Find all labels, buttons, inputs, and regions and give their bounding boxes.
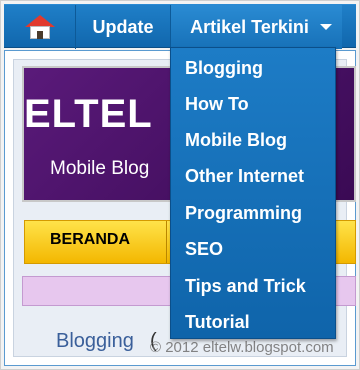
nav-artikel-label: Artikel Terkini (190, 16, 309, 37)
menu-item-beranda[interactable]: BERANDA (50, 231, 130, 249)
post-title-link[interactable]: Blogging (56, 330, 134, 353)
top-navbar: Update Artikel Terkini (4, 4, 356, 49)
caret-down-icon (320, 24, 332, 30)
nav-update-link[interactable]: Update (76, 5, 171, 49)
dropdown-item-other-internet[interactable]: Other Internet (185, 166, 304, 187)
banner-subtitle: Mobile Blog (50, 158, 150, 179)
nav-home-button[interactable] (4, 5, 76, 49)
artikel-dropdown-menu: Blogging How To Mobile Blog Other Intern… (170, 47, 336, 339)
home-icon (24, 15, 55, 39)
dropdown-item-seo[interactable]: SEO (185, 239, 223, 260)
menu-divider (166, 221, 167, 263)
dropdown-item-mobile-blog[interactable]: Mobile Blog (185, 130, 287, 151)
dropdown-item-how-to[interactable]: How To (185, 94, 249, 115)
banner-title: ELTEL (24, 92, 153, 136)
dropdown-item-tips-and-trick[interactable]: Tips and Trick (185, 276, 306, 297)
dropdown-item-blogging[interactable]: Blogging (185, 58, 263, 79)
nav-artikel-terkini[interactable]: Artikel Terkini (171, 5, 342, 49)
watermark-text: © 2012 eltelw.blogspot.com (150, 339, 334, 356)
dropdown-item-tutorial[interactable]: Tutorial (185, 312, 250, 333)
dropdown-item-programming[interactable]: Programming (185, 203, 302, 224)
